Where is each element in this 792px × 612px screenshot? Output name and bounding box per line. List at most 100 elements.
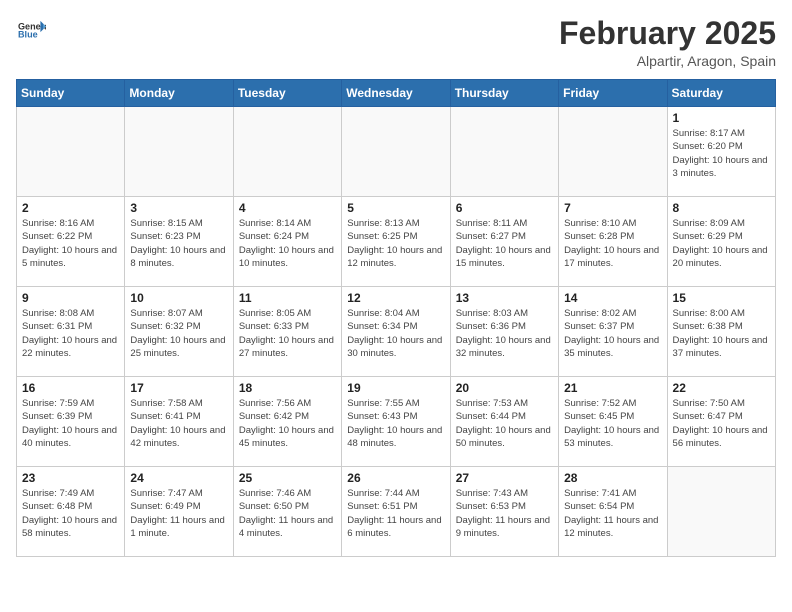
calendar-cell: 17 Sunrise: 7:58 AM Sunset: 6:41 PM Dayli…: [125, 377, 233, 467]
logo: General Blue: [16, 16, 46, 49]
day-number: 9: [22, 291, 119, 305]
day-info: Sunrise: 8:16 AM Sunset: 6:22 PM Dayligh…: [22, 217, 119, 270]
weekday-header-friday: Friday: [559, 80, 667, 107]
day-info: Sunrise: 7:58 AM Sunset: 6:41 PM Dayligh…: [130, 397, 227, 450]
calendar-cell: 14 Sunrise: 8:02 AM Sunset: 6:37 PM Dayli…: [559, 287, 667, 377]
calendar-cell: 5 Sunrise: 8:13 AM Sunset: 6:25 PM Daylig…: [342, 197, 450, 287]
day-info: Sunrise: 8:04 AM Sunset: 6:34 PM Dayligh…: [347, 307, 444, 360]
page-header: General Blue February 2025 Alpartir, Ara…: [16, 16, 776, 69]
day-info: Sunrise: 8:15 AM Sunset: 6:23 PM Dayligh…: [130, 217, 227, 270]
day-number: 21: [564, 381, 661, 395]
calendar-subtitle: Alpartir, Aragon, Spain: [559, 53, 776, 69]
day-number: 24: [130, 471, 227, 485]
calendar-cell: 25 Sunrise: 7:46 AM Sunset: 6:50 PM Dayli…: [233, 467, 341, 557]
calendar-cell: [17, 107, 125, 197]
calendar-cell: [233, 107, 341, 197]
day-number: 17: [130, 381, 227, 395]
day-number: 25: [239, 471, 336, 485]
calendar-week-row: 16 Sunrise: 7:59 AM Sunset: 6:39 PM Dayli…: [17, 377, 776, 467]
title-block: February 2025 Alpartir, Aragon, Spain: [559, 16, 776, 69]
day-info: Sunrise: 8:11 AM Sunset: 6:27 PM Dayligh…: [456, 217, 553, 270]
calendar-cell: 19Sunrise: 7:55 AM Sunset: 6:43 PM Dayli…: [342, 377, 450, 467]
day-info: Sunrise: 7:56 AM Sunset: 6:42 PM Dayligh…: [239, 397, 336, 450]
day-number: 27: [456, 471, 553, 485]
calendar-cell: 27 Sunrise: 7:43 AM Sunset: 6:53 PM Dayli…: [450, 467, 558, 557]
svg-text:Blue: Blue: [18, 30, 38, 40]
day-number: 10: [130, 291, 227, 305]
day-number: 11: [239, 291, 336, 305]
calendar-cell: [450, 107, 558, 197]
day-number: 13: [456, 291, 553, 305]
calendar-cell: 24 Sunrise: 7:47 AM Sunset: 6:49 PM Dayli…: [125, 467, 233, 557]
day-number: 2: [22, 201, 119, 215]
day-number: 28: [564, 471, 661, 485]
day-info: Sunrise: 7:55 AM Sunset: 6:43 PM Dayligh…: [347, 397, 444, 450]
day-info: Sunrise: 8:03 AM Sunset: 6:36 PM Dayligh…: [456, 307, 553, 360]
day-info: Sunrise: 7:43 AM Sunset: 6:53 PM Dayligh…: [456, 487, 553, 540]
day-number: 7: [564, 201, 661, 215]
calendar-cell: [342, 107, 450, 197]
day-info: Sunrise: 7:52 AM Sunset: 6:45 PM Dayligh…: [564, 397, 661, 450]
day-info: Sunrise: 8:10 AM Sunset: 6:28 PM Dayligh…: [564, 217, 661, 270]
calendar-cell: 1Sunrise: 8:17 AM Sunset: 6:20 PM Daylig…: [667, 107, 775, 197]
day-number: 5: [347, 201, 444, 215]
day-info: Sunrise: 8:07 AM Sunset: 6:32 PM Dayligh…: [130, 307, 227, 360]
calendar-cell: 23 Sunrise: 7:49 AM Sunset: 6:48 PM Dayli…: [17, 467, 125, 557]
day-info: Sunrise: 8:08 AM Sunset: 6:31 PM Dayligh…: [22, 307, 119, 360]
weekday-header-row: SundayMondayTuesdayWednesdayThursdayFrid…: [17, 80, 776, 107]
day-number: 15: [673, 291, 770, 305]
day-info: Sunrise: 7:59 AM Sunset: 6:39 PM Dayligh…: [22, 397, 119, 450]
calendar-cell: 7 Sunrise: 8:10 AM Sunset: 6:28 PM Daylig…: [559, 197, 667, 287]
day-number: 14: [564, 291, 661, 305]
day-info: Sunrise: 8:14 AM Sunset: 6:24 PM Dayligh…: [239, 217, 336, 270]
weekday-header-sunday: Sunday: [17, 80, 125, 107]
calendar-title: February 2025: [559, 16, 776, 51]
day-info: Sunrise: 8:13 AM Sunset: 6:25 PM Dayligh…: [347, 217, 444, 270]
calendar-cell: 9 Sunrise: 8:08 AM Sunset: 6:31 PM Daylig…: [17, 287, 125, 377]
day-info: Sunrise: 7:50 AM Sunset: 6:47 PM Dayligh…: [673, 397, 770, 450]
weekday-header-monday: Monday: [125, 80, 233, 107]
calendar-cell: 20 Sunrise: 7:53 AM Sunset: 6:44 PM Dayli…: [450, 377, 558, 467]
calendar-week-row: 2 Sunrise: 8:16 AM Sunset: 6:22 PM Daylig…: [17, 197, 776, 287]
day-info: Sunrise: 7:49 AM Sunset: 6:48 PM Dayligh…: [22, 487, 119, 540]
weekday-header-saturday: Saturday: [667, 80, 775, 107]
day-info: Sunrise: 7:46 AM Sunset: 6:50 PM Dayligh…: [239, 487, 336, 540]
calendar-cell: 12Sunrise: 8:04 AM Sunset: 6:34 PM Dayli…: [342, 287, 450, 377]
day-number: 3: [130, 201, 227, 215]
calendar-week-row: 23 Sunrise: 7:49 AM Sunset: 6:48 PM Dayli…: [17, 467, 776, 557]
day-number: 20: [456, 381, 553, 395]
day-info: Sunrise: 7:47 AM Sunset: 6:49 PM Dayligh…: [130, 487, 227, 540]
calendar-cell: 13 Sunrise: 8:03 AM Sunset: 6:36 PM Dayli…: [450, 287, 558, 377]
day-number: 23: [22, 471, 119, 485]
calendar-cell: 11 Sunrise: 8:05 AM Sunset: 6:33 PM Dayli…: [233, 287, 341, 377]
day-info: Sunrise: 8:09 AM Sunset: 6:29 PM Dayligh…: [673, 217, 770, 270]
calendar-cell: 8Sunrise: 8:09 AM Sunset: 6:29 PM Daylig…: [667, 197, 775, 287]
calendar-cell: 10 Sunrise: 8:07 AM Sunset: 6:32 PM Dayli…: [125, 287, 233, 377]
calendar-cell: 2 Sunrise: 8:16 AM Sunset: 6:22 PM Daylig…: [17, 197, 125, 287]
day-info: Sunrise: 8:00 AM Sunset: 6:38 PM Dayligh…: [673, 307, 770, 360]
calendar-week-row: 9 Sunrise: 8:08 AM Sunset: 6:31 PM Daylig…: [17, 287, 776, 377]
calendar-cell: 6Sunrise: 8:11 AM Sunset: 6:27 PM Daylig…: [450, 197, 558, 287]
calendar-cell: [667, 467, 775, 557]
calendar-cell: 26 Sunrise: 7:44 AM Sunset: 6:51 PM Dayli…: [342, 467, 450, 557]
calendar-cell: 15 Sunrise: 8:00 AM Sunset: 6:38 PM Dayli…: [667, 287, 775, 377]
calendar-cell: 21 Sunrise: 7:52 AM Sunset: 6:45 PM Dayli…: [559, 377, 667, 467]
calendar-cell: 16 Sunrise: 7:59 AM Sunset: 6:39 PM Dayli…: [17, 377, 125, 467]
day-number: 26: [347, 471, 444, 485]
calendar-cell: 3 Sunrise: 8:15 AM Sunset: 6:23 PM Daylig…: [125, 197, 233, 287]
weekday-header-wednesday: Wednesday: [342, 80, 450, 107]
day-number: 4: [239, 201, 336, 215]
calendar-cell: [559, 107, 667, 197]
day-number: 16: [22, 381, 119, 395]
day-info: Sunrise: 8:05 AM Sunset: 6:33 PM Dayligh…: [239, 307, 336, 360]
calendar-cell: 4 Sunrise: 8:14 AM Sunset: 6:24 PM Daylig…: [233, 197, 341, 287]
calendar-week-row: 1Sunrise: 8:17 AM Sunset: 6:20 PM Daylig…: [17, 107, 776, 197]
day-info: Sunrise: 8:02 AM Sunset: 6:37 PM Dayligh…: [564, 307, 661, 360]
calendar-cell: [125, 107, 233, 197]
day-info: Sunrise: 7:41 AM Sunset: 6:54 PM Dayligh…: [564, 487, 661, 540]
calendar-cell: 18Sunrise: 7:56 AM Sunset: 6:42 PM Dayli…: [233, 377, 341, 467]
day-info: Sunrise: 7:44 AM Sunset: 6:51 PM Dayligh…: [347, 487, 444, 540]
weekday-header-thursday: Thursday: [450, 80, 558, 107]
calendar-cell: 28 Sunrise: 7:41 AM Sunset: 6:54 PM Dayli…: [559, 467, 667, 557]
day-info: Sunrise: 7:53 AM Sunset: 6:44 PM Dayligh…: [456, 397, 553, 450]
